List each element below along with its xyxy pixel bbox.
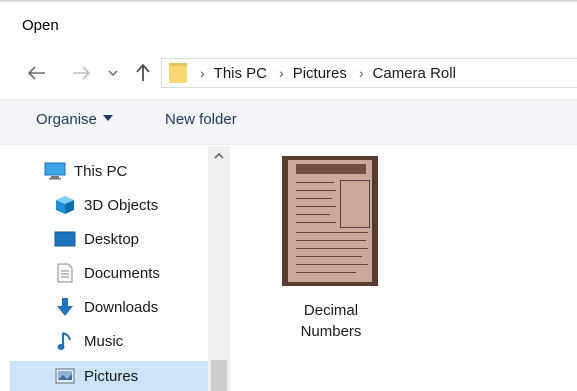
navigation-bar: › This PC › Pictures › Camera Roll [0,58,577,88]
breadcrumb-camera-roll[interactable]: Camera Roll [373,65,456,82]
chevron-up-icon [214,152,224,159]
sidebar-item-label: Music [84,332,124,350]
sidebar-item-label: Downloads [84,298,159,316]
arrow-right-icon [73,66,90,80]
chevron-down-icon [108,69,118,76]
scrollbar-thumb[interactable] [211,360,227,391]
navigation-pane: This PC 3D Objects Desktop Documents Dow… [0,146,232,391]
notebook-page-image [288,160,372,282]
back-button[interactable] [22,58,52,88]
sidebar-item-music[interactable]: Music [54,326,123,356]
caret-down-icon [102,115,113,122]
dialog-title: Open [22,17,59,34]
organise-button[interactable]: Organise [36,111,113,128]
breadcrumb-this-pc[interactable]: This PC [214,65,267,82]
breadcrumb-separator: › [358,65,364,81]
sidebar-item-this-pc[interactable]: This PC [44,156,127,186]
arrow-up-icon [136,64,150,81]
command-bar: Organise New folder [0,99,577,145]
sidebar-item-label: Documents [84,264,160,282]
scroll-up-button[interactable] [208,146,230,164]
breadcrumb-separator: › [200,65,205,81]
sidebar-item-3d-objects[interactable]: 3D Objects [54,190,158,220]
forward-button[interactable] [66,58,96,88]
file-thumbnail [282,156,378,286]
sidebar-item-label: Desktop [84,230,140,248]
organise-label: Organise [36,111,97,128]
sidebar-item-documents[interactable]: Documents [54,258,160,288]
music-icon [54,330,76,352]
sidebar-item-label: 3D Objects [84,196,159,214]
pictures-icon [54,365,76,387]
cube-icon [54,194,76,216]
new-folder-button[interactable]: New folder [165,111,237,128]
address-bar[interactable]: › This PC › Pictures › Camera Roll [161,58,577,88]
folder-icon [169,63,187,83]
desktop-icon [54,228,76,250]
file-name: Decimal Numbers [278,300,384,342]
up-button[interactable] [130,58,156,88]
monitor-icon [44,160,66,182]
sidebar-item-pictures[interactable]: Pictures [10,361,208,391]
sidebar-scrollbar[interactable] [208,146,230,391]
breadcrumb-separator: › [279,65,284,81]
document-icon [54,262,76,284]
arrow-left-icon [28,66,45,80]
sidebar-item-downloads[interactable]: Downloads [54,292,158,322]
breadcrumb-pictures[interactable]: Pictures [293,65,347,82]
recent-locations-button[interactable] [104,58,122,88]
window-top-border [0,0,577,2]
open-file-dialog: Open › This PC › Pictures › Camera Roll … [0,0,577,391]
sidebar-item-label: Pictures [84,367,139,385]
sidebar-item-label: This PC [74,162,128,180]
file-name-line: Numbers [300,323,362,340]
download-icon [54,296,76,318]
sidebar-item-desktop[interactable]: Desktop [54,224,139,254]
file-name-line: Decimal [303,302,359,319]
file-list: Decimal Numbers [232,146,577,391]
